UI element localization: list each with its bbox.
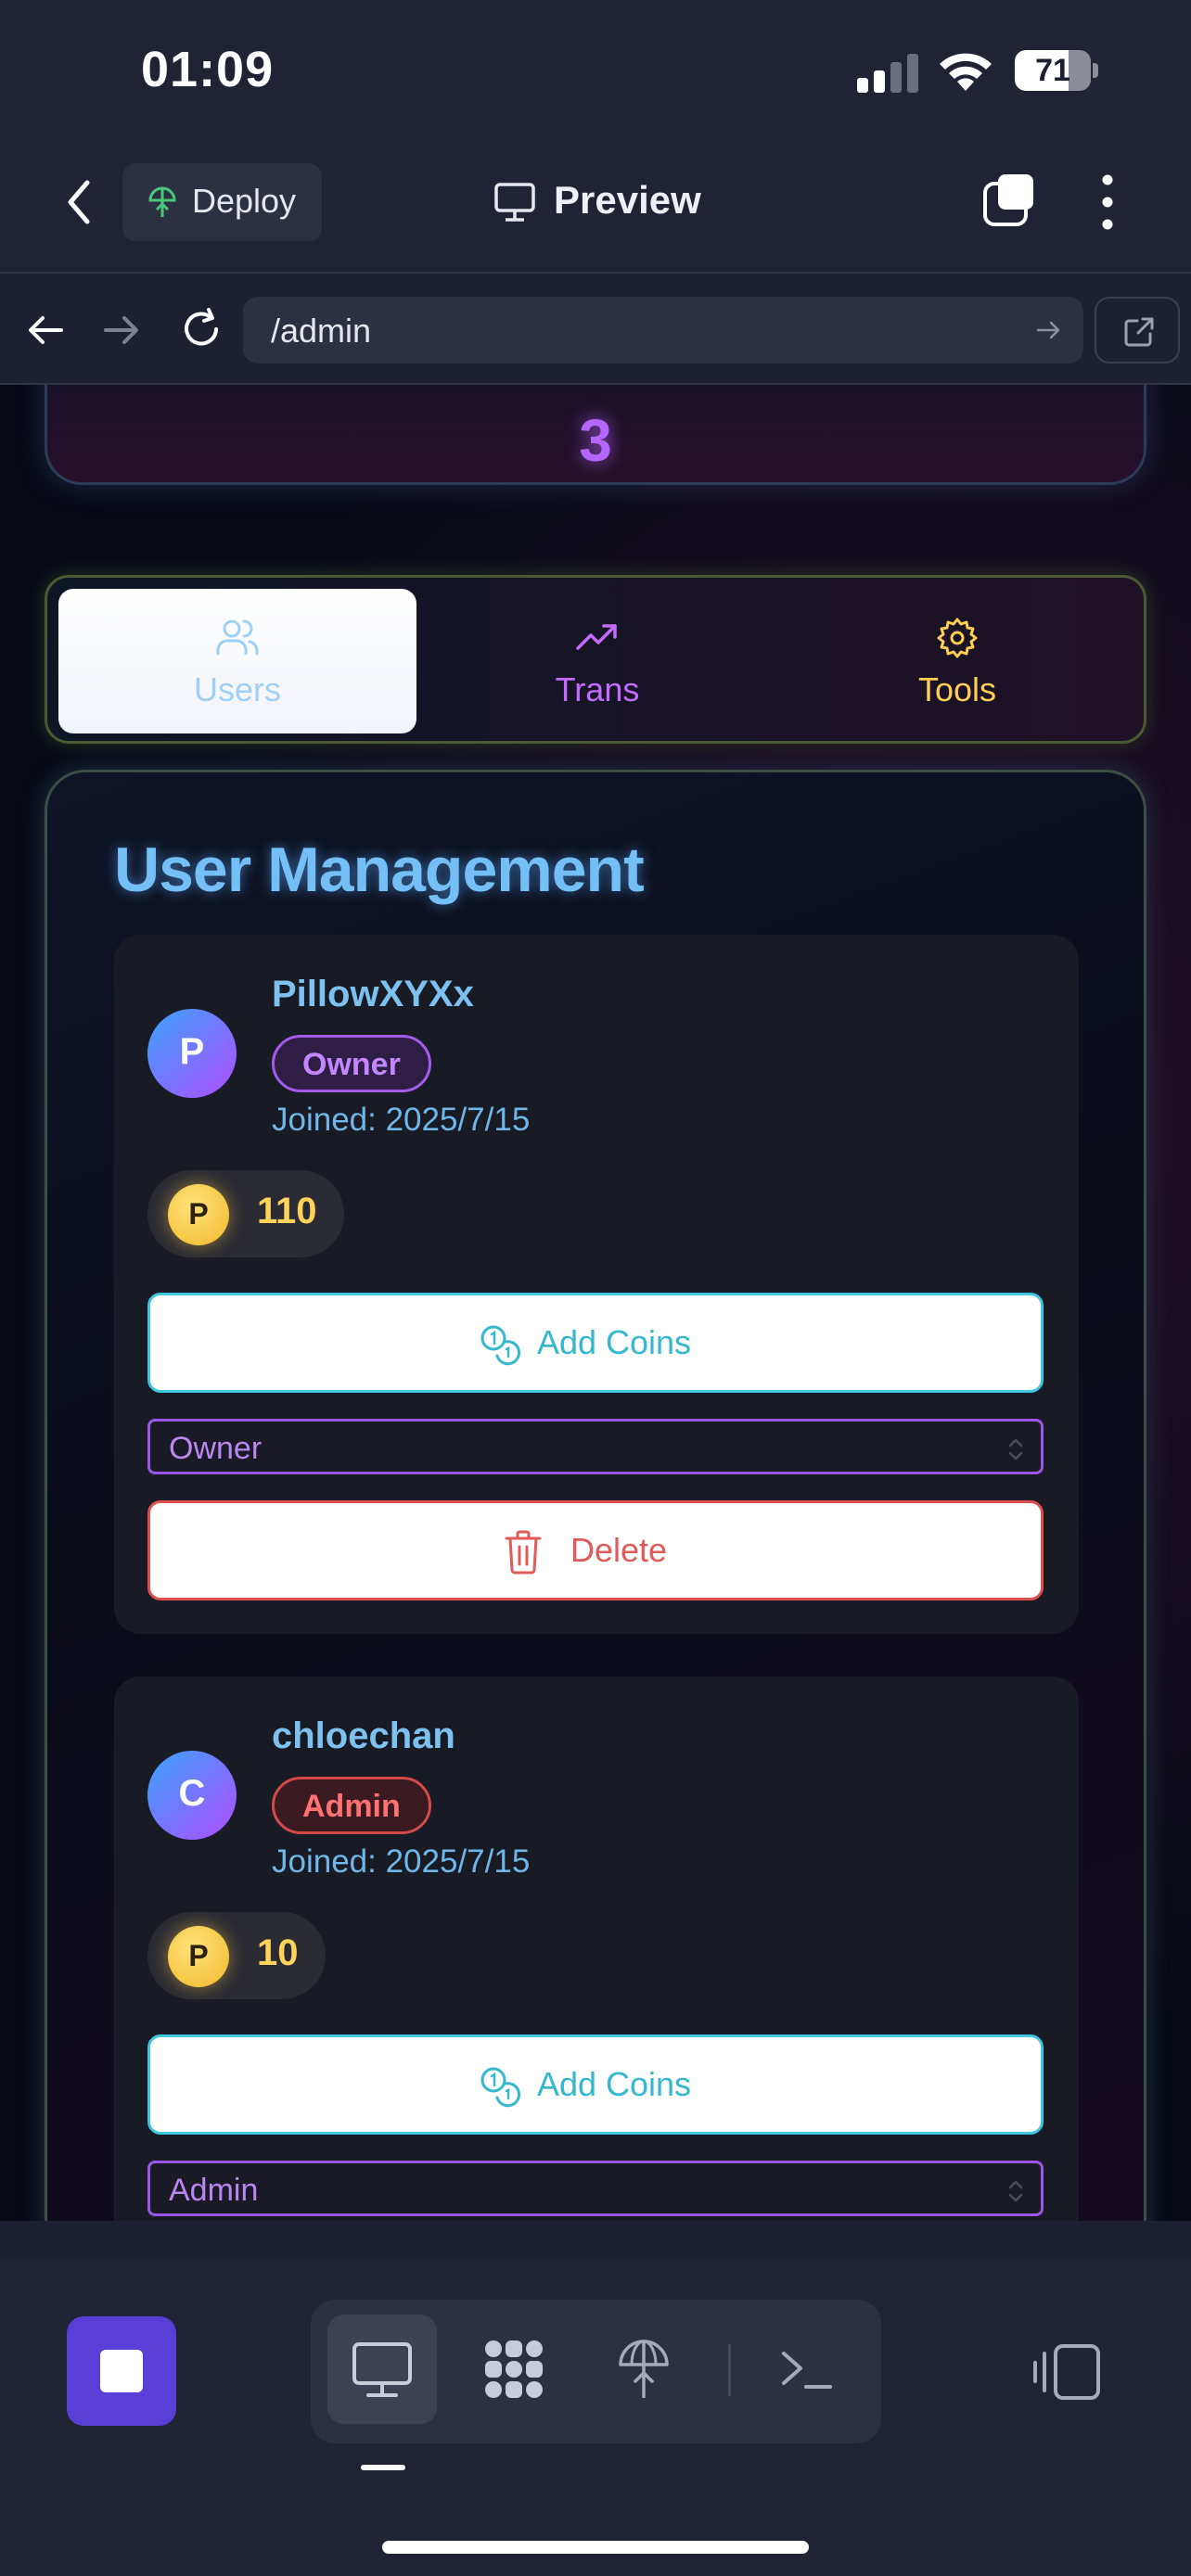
avatar: P [147, 1009, 237, 1098]
stat-card: 3 [45, 385, 1146, 485]
user-card: P PillowXYXx Owner Joined: 2025/7/15 P 1… [114, 935, 1079, 1634]
tab-trans[interactable]: Trans [418, 589, 776, 733]
coin-icon: P [168, 1184, 229, 1245]
preview-label: Preview [554, 178, 701, 222]
mode-switcher [311, 2300, 881, 2443]
user-name: chloechan [272, 1715, 455, 1756]
mode-divider [728, 2344, 731, 2396]
mode-apps-button[interactable] [459, 2315, 569, 2424]
deploy-label: Deploy [192, 182, 297, 220]
arrow-left-icon[interactable] [24, 310, 67, 351]
active-mode-indicator [361, 2465, 405, 2470]
joined-date: Joined: 2025/7/15 [272, 1102, 531, 1138]
battery-percent: 71 [1035, 53, 1070, 88]
more-vertical-icon[interactable] [1095, 172, 1121, 232]
add-coins-button[interactable]: Add Coins [147, 2034, 1044, 2135]
url-text: /admin [271, 312, 372, 350]
deploy-icon [619, 2340, 669, 2398]
deploy-button[interactable]: Deploy [122, 163, 322, 241]
user-management-panel: User Management P PillowXYXx Owner Joine… [45, 770, 1146, 2221]
stop-icon [100, 2350, 143, 2392]
role-select[interactable]: Admin [147, 2161, 1044, 2216]
delete-label: Delete [570, 1531, 668, 1569]
page-content[interactable]: 3 Users Trans Tools User Management P Pi… [0, 385, 1191, 2221]
cellular-signal-icon [857, 54, 918, 93]
external-link-icon [1124, 317, 1154, 347]
tab-tools[interactable]: Tools [778, 589, 1136, 733]
terminal-icon [782, 2352, 832, 2389]
add-coins-label: Add Coins [536, 2065, 692, 2103]
open-external-button[interactable] [1095, 297, 1180, 363]
mode-terminal-button[interactable] [752, 2315, 862, 2424]
coin-amount: 110 [257, 1191, 317, 1231]
reload-icon[interactable] [178, 306, 224, 352]
url-field[interactable]: /admin [243, 297, 1083, 363]
user-name: PillowXYXx [272, 974, 474, 1014]
trending-up-icon [576, 624, 617, 650]
arrow-right-icon[interactable] [100, 310, 143, 351]
mode-deploy-button[interactable] [589, 2315, 698, 2424]
admin-tab-bar: Users Trans Tools [45, 575, 1146, 744]
add-coins-label: Add Coins [536, 1323, 692, 1361]
tab-trans-label: Trans [555, 670, 640, 708]
monitor-icon [494, 183, 535, 222]
panel-toggle-icon[interactable] [1031, 2342, 1102, 2402]
role-badge: Owner [272, 1035, 431, 1092]
go-arrow-icon[interactable] [1035, 317, 1063, 343]
home-indicator[interactable] [382, 2541, 809, 2554]
role-badge: Admin [272, 1777, 431, 1834]
chevron-updown-icon [1008, 1438, 1023, 1460]
panel-title: User Management [114, 835, 645, 905]
joined-date: Joined: 2025/7/15 [272, 1843, 531, 1880]
stat-value: 3 [579, 407, 612, 474]
monitor-icon [352, 2342, 412, 2397]
back-icon[interactable] [56, 172, 102, 233]
user-card: C chloechan Admin Joined: 2025/7/15 P 10… [114, 1677, 1079, 2221]
tab-users-label: Users [193, 670, 281, 708]
tab-tools-label: Tools [917, 670, 997, 708]
users-icon [216, 619, 259, 656]
role-select[interactable]: Owner [147, 1419, 1044, 1474]
delete-user-button[interactable]: Delete [147, 1500, 1044, 1600]
tabs-icon[interactable] [981, 172, 1037, 228]
role-select-value: Owner [169, 1431, 263, 1466]
chevron-updown-icon [1008, 2180, 1023, 2202]
coin-amount: 10 [257, 1932, 299, 1973]
stop-button[interactable] [67, 2316, 176, 2426]
coin-balance: P 110 [147, 1170, 344, 1257]
tab-users[interactable]: Users [58, 589, 416, 733]
status-bar: 01:09 71 [0, 0, 1191, 139]
mode-preview-button[interactable] [327, 2315, 437, 2424]
role-select-value: Admin [169, 2173, 259, 2208]
battery-icon: 71 [1015, 50, 1098, 91]
coin-balance: P 10 [147, 1912, 326, 1999]
avatar: C [147, 1751, 237, 1840]
deploy-icon [148, 186, 176, 217]
add-coins-button[interactable]: Add Coins [147, 1293, 1044, 1393]
status-time: 01:09 [141, 42, 275, 97]
wifi-icon [940, 53, 992, 91]
coin-icon: P [168, 1926, 229, 1987]
apps-grid-icon [485, 2340, 543, 2398]
gear-icon [937, 618, 978, 658]
